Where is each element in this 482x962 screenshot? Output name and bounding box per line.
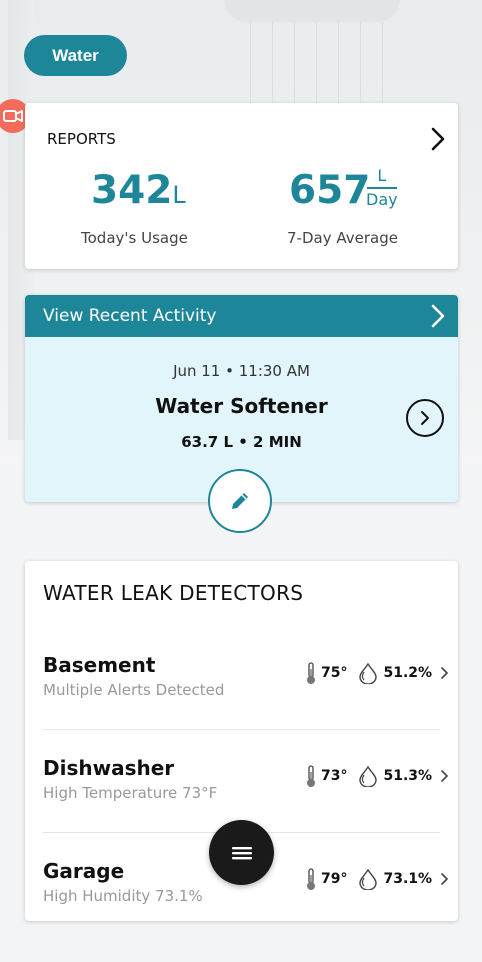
chevron-right-icon [430,304,446,332]
chevron-right-icon [441,770,449,782]
avg-unit-denominator: Day [366,190,398,209]
thermometer-icon [307,662,315,684]
avg-usage-value: 657 [289,168,371,213]
temperature-value: 75° [321,665,348,681]
detector-readings: 73° 51.3% [305,764,449,788]
background-stream [250,22,251,112]
water-drop-icon [359,868,378,890]
humidity-value: 51.3% [383,768,433,784]
background-showerhead [224,0,400,22]
detector-status: Multiple Alerts Detected [43,681,225,699]
detector-status: High Temperature 73°F [43,784,218,802]
background-stream [316,22,317,112]
view-recent-activity-header[interactable]: View Recent Activity [25,295,458,337]
water-drop-icon [359,662,378,684]
edit-activity-button[interactable] [208,469,272,533]
today-usage-number: 342 [91,168,173,213]
background-stream [294,22,295,112]
today-usage-value: 342L [91,169,186,217]
detector-name: Garage [43,859,125,883]
fraction-bar [366,187,397,189]
background-stream [272,22,273,112]
pencil-icon [232,493,248,509]
avg-usage-label: 7-Day Average [287,229,398,247]
water-drop-icon [359,765,378,787]
detector-name: Dishwasher [43,756,175,780]
activity-date: Jun 11 • 11:30 AM [173,362,310,380]
recent-activity-card: View Recent Activity Jun 11 • 11:30 AM W… [25,295,458,533]
detector-name: Basement [43,653,156,677]
leak-detector-row-basement[interactable]: Basement Multiple Alerts Detected 75° 51… [25,653,458,756]
today-usage-label: Today's Usage [81,229,188,247]
humidity-value: 73.1% [383,871,433,887]
temperature-value: 79° [321,871,348,887]
next-activity-button[interactable] [406,399,444,437]
water-category-button[interactable]: Water [24,35,127,76]
avg-unit-numerator: L [377,166,387,185]
reports-title: REPORTS [47,130,116,148]
background-stream [382,22,383,112]
activity-detail: 63.7 L • 2 MIN [181,433,302,451]
chevron-right-icon [421,411,429,425]
thermometer-icon [307,765,315,787]
chevron-right-icon [441,667,449,679]
humidity-value: 51.2% [383,665,433,681]
today-usage-unit: L [172,181,186,209]
recent-activity-label: View Recent Activity [43,306,217,326]
background-stream [360,22,361,112]
hamburger-menu-icon [231,846,252,859]
chevron-right-icon[interactable] [430,127,446,155]
thermometer-icon [307,868,315,890]
avg-usage-unit: L Day [366,167,398,209]
reports-card[interactable]: REPORTS 342L 657 L Day Today's Usage 7-D… [25,103,458,269]
leak-detectors-title: WATER LEAK DETECTORS [43,581,304,605]
chevron-right-icon [441,873,449,885]
background-stream [338,22,339,112]
divider [43,729,440,730]
activity-device: Water Softener [155,394,328,418]
detector-readings: 75° 51.2% [305,661,449,685]
detector-status: High Humidity 73.1% [43,887,203,905]
temperature-value: 73° [321,768,348,784]
detector-readings: 79° 73.1% [305,867,449,891]
menu-fab-button[interactable] [209,820,274,885]
